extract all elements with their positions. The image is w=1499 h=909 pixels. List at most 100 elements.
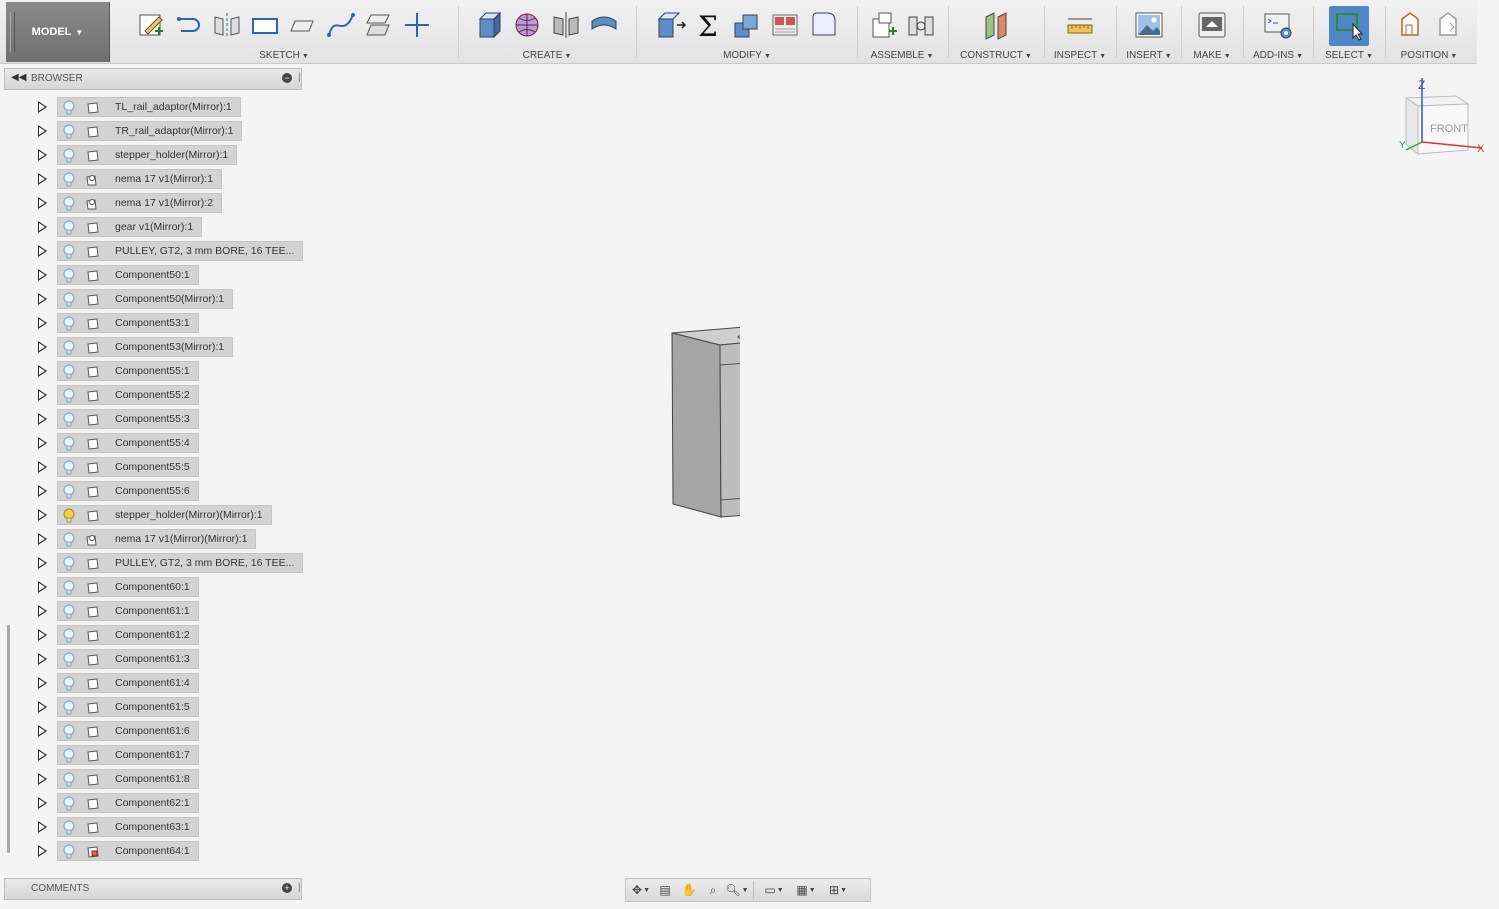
browser-tree-item[interactable]: Component61:6 [0,719,310,743]
visibility-bulb-icon[interactable] [62,316,76,332]
browser-tree-item[interactable]: Component50:1 [0,263,310,287]
browser-item-chip[interactable]: Component55:1 [57,361,199,381]
browser-tree-item[interactable]: nema 17 v1(Mirror)(Mirror):1 [0,527,310,551]
extrude-icon[interactable] [474,8,506,42]
grid-settings-icon[interactable]: ▦ ▼ [791,880,821,900]
browser-item-chip[interactable]: Component60:1 [57,577,199,597]
visibility-bulb-icon[interactable] [62,364,76,380]
visibility-bulb-icon[interactable] [62,220,76,236]
viewports-icon[interactable]: ⊞ ▼ [823,880,853,900]
visibility-bulb-icon[interactable] [62,772,76,788]
expand-triangle-icon[interactable] [38,101,47,113]
mirror-icon[interactable] [550,8,582,42]
browser-tree-item[interactable]: gear v1(Mirror):1 [0,215,310,239]
visibility-bulb-icon[interactable] [62,676,76,692]
browser-tree-item[interactable]: Component55:6 [0,479,310,503]
press-pull-icon[interactable] [655,8,687,42]
view-cube[interactable]: Z X Y FRONT [1396,74,1488,166]
measure-icon[interactable] [1064,8,1096,42]
visibility-bulb-icon[interactable] [62,412,76,428]
browser-tree-item[interactable]: Component53:1 [0,311,310,335]
expand-triangle-icon[interactable] [38,245,47,257]
browser-item-chip[interactable]: TR_rail_adaptor(Mirror):1 [57,121,243,141]
browser-item-chip[interactable]: Component61:4 [57,673,199,693]
visibility-bulb-icon[interactable] [62,196,76,212]
browser-item-chip[interactable]: Component62:1 [57,793,199,813]
offset-plane-icon[interactable] [363,8,395,42]
split-body-icon[interactable] [769,8,801,42]
browser-item-chip[interactable]: Component61:5 [57,697,199,717]
point-icon[interactable] [401,8,433,42]
expand-triangle-icon[interactable] [38,773,47,785]
browser-tree-item[interactable]: nema 17 v1(Mirror):1 [0,167,310,191]
browser-item-chip[interactable]: Component61:3 [57,649,199,669]
pin-comments-icon[interactable]: | [298,882,301,893]
visibility-bulb-icon[interactable] [62,652,76,668]
expand-triangle-icon[interactable] [38,293,47,305]
workspace-switcher-button[interactable]: MODEL ▼ [6,2,110,62]
create-sketch-icon[interactable] [135,8,167,42]
expand-triangle-icon[interactable] [38,485,47,497]
joint-icon[interactable] [905,8,937,42]
browser-item-chip[interactable]: nema 17 v1(Mirror)(Mirror):1 [57,529,257,549]
mirror-sketch-icon[interactable] [211,8,243,42]
browser-item-chip[interactable]: Component61:1 [57,601,199,621]
inspect-menu[interactable]: INSPECT ▼ [1048,50,1112,61]
browser-tree-item[interactable]: TL_rail_adaptor(Mirror):1 [0,95,310,119]
scripts-icon[interactable] [1262,8,1294,42]
fillet-icon[interactable] [807,8,839,42]
browser-tree-item[interactable]: Component61:8 [0,767,310,791]
compute-all-icon[interactable]: Σ [693,8,725,42]
browser-tree-item[interactable]: Component55:4 [0,431,310,455]
form-icon[interactable] [512,8,544,42]
visibility-bulb-icon[interactable] [62,820,76,836]
expand-triangle-icon[interactable] [38,605,47,617]
minimize-panel-icon[interactable]: − [282,73,292,83]
expand-triangle-icon[interactable] [38,389,47,401]
new-component-icon[interactable] [867,8,899,42]
visibility-bulb-icon[interactable] [62,628,76,644]
zoom-icon[interactable]: ⌕ [702,880,724,900]
sketch-menu[interactable]: SKETCH ▼ [114,50,454,61]
expand-triangle-icon[interactable] [38,629,47,641]
browser-tree-item[interactable]: PULLEY, GT2, 3 mm BORE, 16 TEE... [0,239,310,263]
expand-triangle-icon[interactable] [38,725,47,737]
project-icon[interactable] [287,8,319,42]
browser-tree-item[interactable]: Component61:3 [0,647,310,671]
browser-item-chip[interactable]: Component61:6 [57,721,199,741]
visibility-bulb-icon[interactable] [62,604,76,620]
line-icon[interactable] [173,8,205,42]
stepper-holder-model[interactable] [360,242,740,672]
browser-item-chip[interactable]: gear v1(Mirror):1 [57,217,203,237]
insert-image-icon[interactable] [1133,8,1165,42]
offset-plane-construct-icon[interactable] [980,8,1012,42]
browser-tree-item[interactable]: Component60:1 [0,575,310,599]
expand-triangle-icon[interactable] [38,149,47,161]
browser-item-chip[interactable]: Component61:8 [57,769,199,789]
select-icon[interactable] [1329,6,1369,46]
expand-triangle-icon[interactable] [38,701,47,713]
browser-tree-item[interactable]: Component61:4 [0,671,310,695]
visibility-bulb-icon[interactable] [62,172,76,188]
expand-triangle-icon[interactable] [38,173,47,185]
browser-tree-item[interactable]: Component55:3 [0,407,310,431]
browser-item-chip[interactable]: Component61:2 [57,625,199,645]
expand-triangle-icon[interactable] [38,797,47,809]
rectangle-icon[interactable] [249,8,281,42]
expand-triangle-icon[interactable] [38,317,47,329]
expand-triangle-icon[interactable] [38,413,47,425]
orbit-icon[interactable]: ✥ ▼ [630,880,652,900]
browser-tree-item[interactable]: Component64:1 [0,839,310,863]
look-at-icon[interactable]: ▤ [654,880,676,900]
expand-triangle-icon[interactable] [38,749,47,761]
visibility-bulb-icon[interactable] [62,148,76,164]
visibility-bulb-icon[interactable] [62,244,76,260]
expand-triangle-icon[interactable] [38,533,47,545]
visibility-bulb-icon[interactable] [62,724,76,740]
browser-tree-item[interactable]: Component55:2 [0,383,310,407]
browser-tree-item[interactable]: TR_rail_adaptor(Mirror):1 [0,119,310,143]
capture-position-icon[interactable] [1394,8,1426,42]
add-comment-icon[interactable]: + [282,883,292,893]
browser-tree-item[interactable]: Component63:1 [0,815,310,839]
position-menu[interactable]: POSITION ▼ [1388,50,1470,61]
